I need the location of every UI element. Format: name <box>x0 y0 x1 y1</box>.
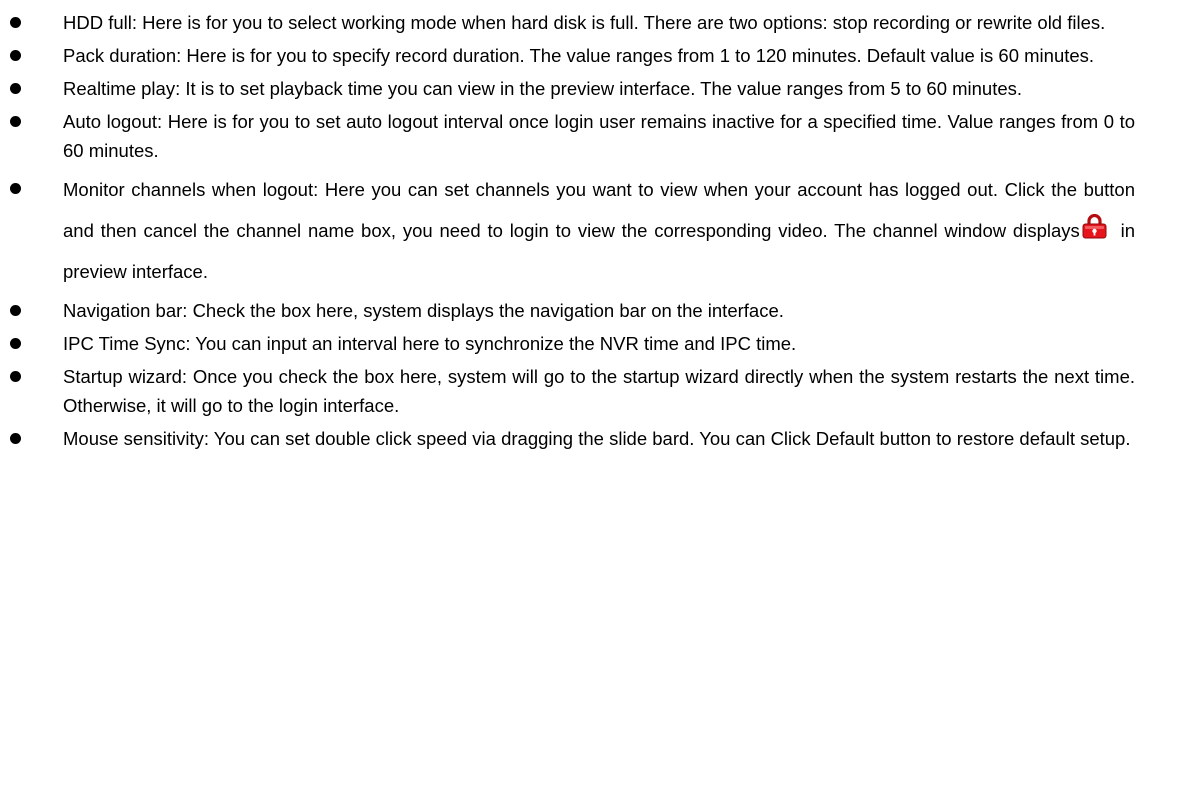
bullet-icon <box>10 116 21 127</box>
lock-icon <box>1081 214 1108 239</box>
bullet-icon <box>10 371 21 382</box>
item-text: Realtime play: It is to set playback tim… <box>63 78 1023 99</box>
item-text: IPC Time Sync: You can input an interval… <box>63 333 797 354</box>
list-item-navigation-bar: Navigation bar: Check the box here, syst… <box>0 296 1195 325</box>
bullet-icon <box>10 50 21 61</box>
list-item-hdd-full: HDD full: Here is for you to select work… <box>0 8 1195 37</box>
document-page: HDD full: Here is for you to select work… <box>0 8 1195 457</box>
item-text: Navigation bar: Check the box here, syst… <box>63 300 784 321</box>
list-item-monitor-channels: Monitor channels when logout: Here you c… <box>0 169 1195 292</box>
list-item-pack-duration: Pack duration: Here is for you to specif… <box>0 41 1195 70</box>
bullet-icon <box>10 183 21 194</box>
list-item-mouse-sensitivity: Mouse sensitivity: You can set double cl… <box>0 424 1195 453</box>
list-item-auto-logout: Auto logout: Here is for you to set auto… <box>0 107 1195 165</box>
bullet-icon <box>10 433 21 444</box>
item-text: Auto logout: Here is for you to set auto… <box>63 111 1135 161</box>
item-text: Monitor channels when logout: Here you c… <box>63 179 1135 241</box>
bullet-icon <box>10 305 21 316</box>
list-item-ipc-time-sync: IPC Time Sync: You can input an interval… <box>0 329 1195 358</box>
list-item-realtime-play: Realtime play: It is to set playback tim… <box>0 74 1195 103</box>
item-text: Startup wizard: Once you check the box h… <box>63 366 1135 416</box>
bullet-icon <box>10 83 21 94</box>
list-item-startup-wizard: Startup wizard: Once you check the box h… <box>0 362 1195 420</box>
bullet-icon <box>10 338 21 349</box>
item-text: Pack duration: Here is for you to specif… <box>63 45 1095 66</box>
item-text: HDD full: Here is for you to select work… <box>63 12 1106 33</box>
item-text: Mouse sensitivity: You can set double cl… <box>63 428 1131 449</box>
bullet-icon <box>10 17 21 28</box>
